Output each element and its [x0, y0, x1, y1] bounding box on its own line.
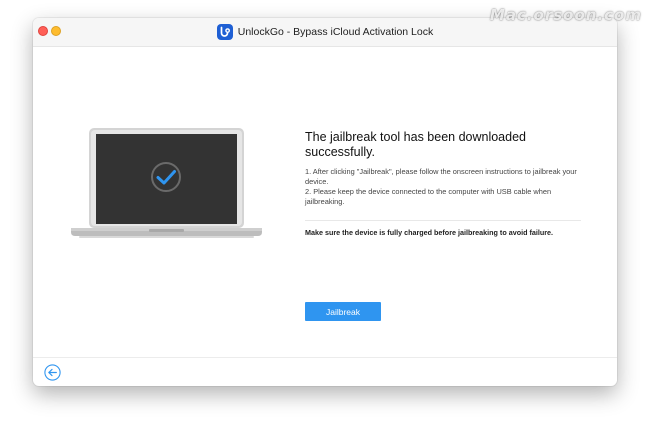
charge-notice: Make sure the device is fully charged be… [305, 228, 554, 237]
instruction-step-2: 2. Please keep the device connected to t… [305, 187, 552, 206]
laptop-checkmark-icon [71, 128, 262, 238]
window-title: UnlockGo - Bypass iCloud Activation Lock [237, 26, 434, 38]
instruction-list: 1. After clicking "Jailbreak", please fo… [305, 167, 585, 207]
desktop: UnlockGo - Bypass iCloud Activation Lock… [0, 0, 650, 430]
app-window: UnlockGo - Bypass iCloud Activation Lock… [33, 18, 617, 386]
watermark-text: Mac.orsoon.com [489, 6, 642, 24]
footer-divider [33, 357, 617, 358]
page-title: The jailbreak tool has been downloaded s… [305, 130, 526, 159]
jailbreak-button[interactable]: Jailbreak [305, 302, 381, 321]
content-panel: The jailbreak tool has been downloaded s… [305, 130, 585, 237]
back-arrow-icon[interactable] [44, 364, 61, 381]
unlockgo-logo-icon [216, 24, 233, 40]
divider [305, 220, 581, 221]
instruction-step-1: 1. After clicking "Jailbreak", please fo… [305, 167, 577, 186]
